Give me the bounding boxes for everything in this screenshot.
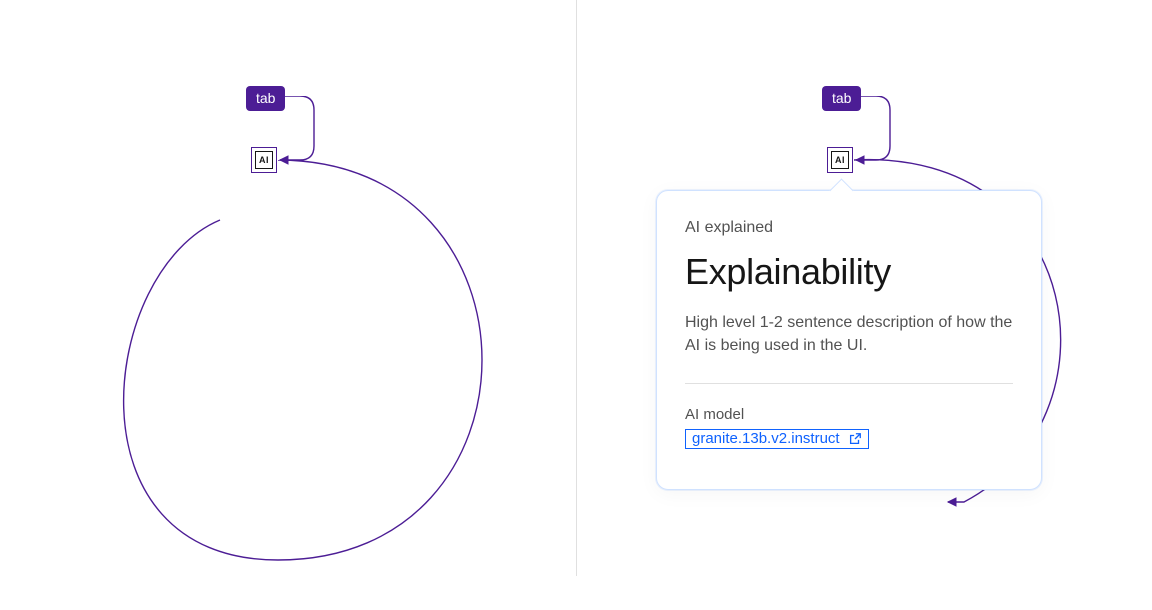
model-link[interactable]: granite.13b.v2.instruct: [685, 429, 869, 449]
model-section-label: AI model: [685, 406, 1013, 423]
popover-divider: [685, 383, 1013, 384]
external-link-icon: [848, 432, 862, 446]
panel-left: tab AI: [0, 0, 576, 576]
ai-icon[interactable]: AI: [827, 147, 853, 173]
model-name: granite.13b.v2.instruct: [692, 430, 840, 447]
popover-eyebrow: AI explained: [685, 219, 1013, 237]
popover-description: High level 1-2 sentence description of h…: [685, 311, 1013, 357]
explainability-popover: AI explained Explainability High level 1…: [656, 190, 1042, 490]
popover-title: Explainability: [685, 251, 1013, 293]
ai-icon-label: AI: [831, 151, 849, 169]
connector-arc-large: [120, 160, 570, 610]
panel-right: tab AI → AI explained Explainability Hig…: [576, 0, 1152, 576]
